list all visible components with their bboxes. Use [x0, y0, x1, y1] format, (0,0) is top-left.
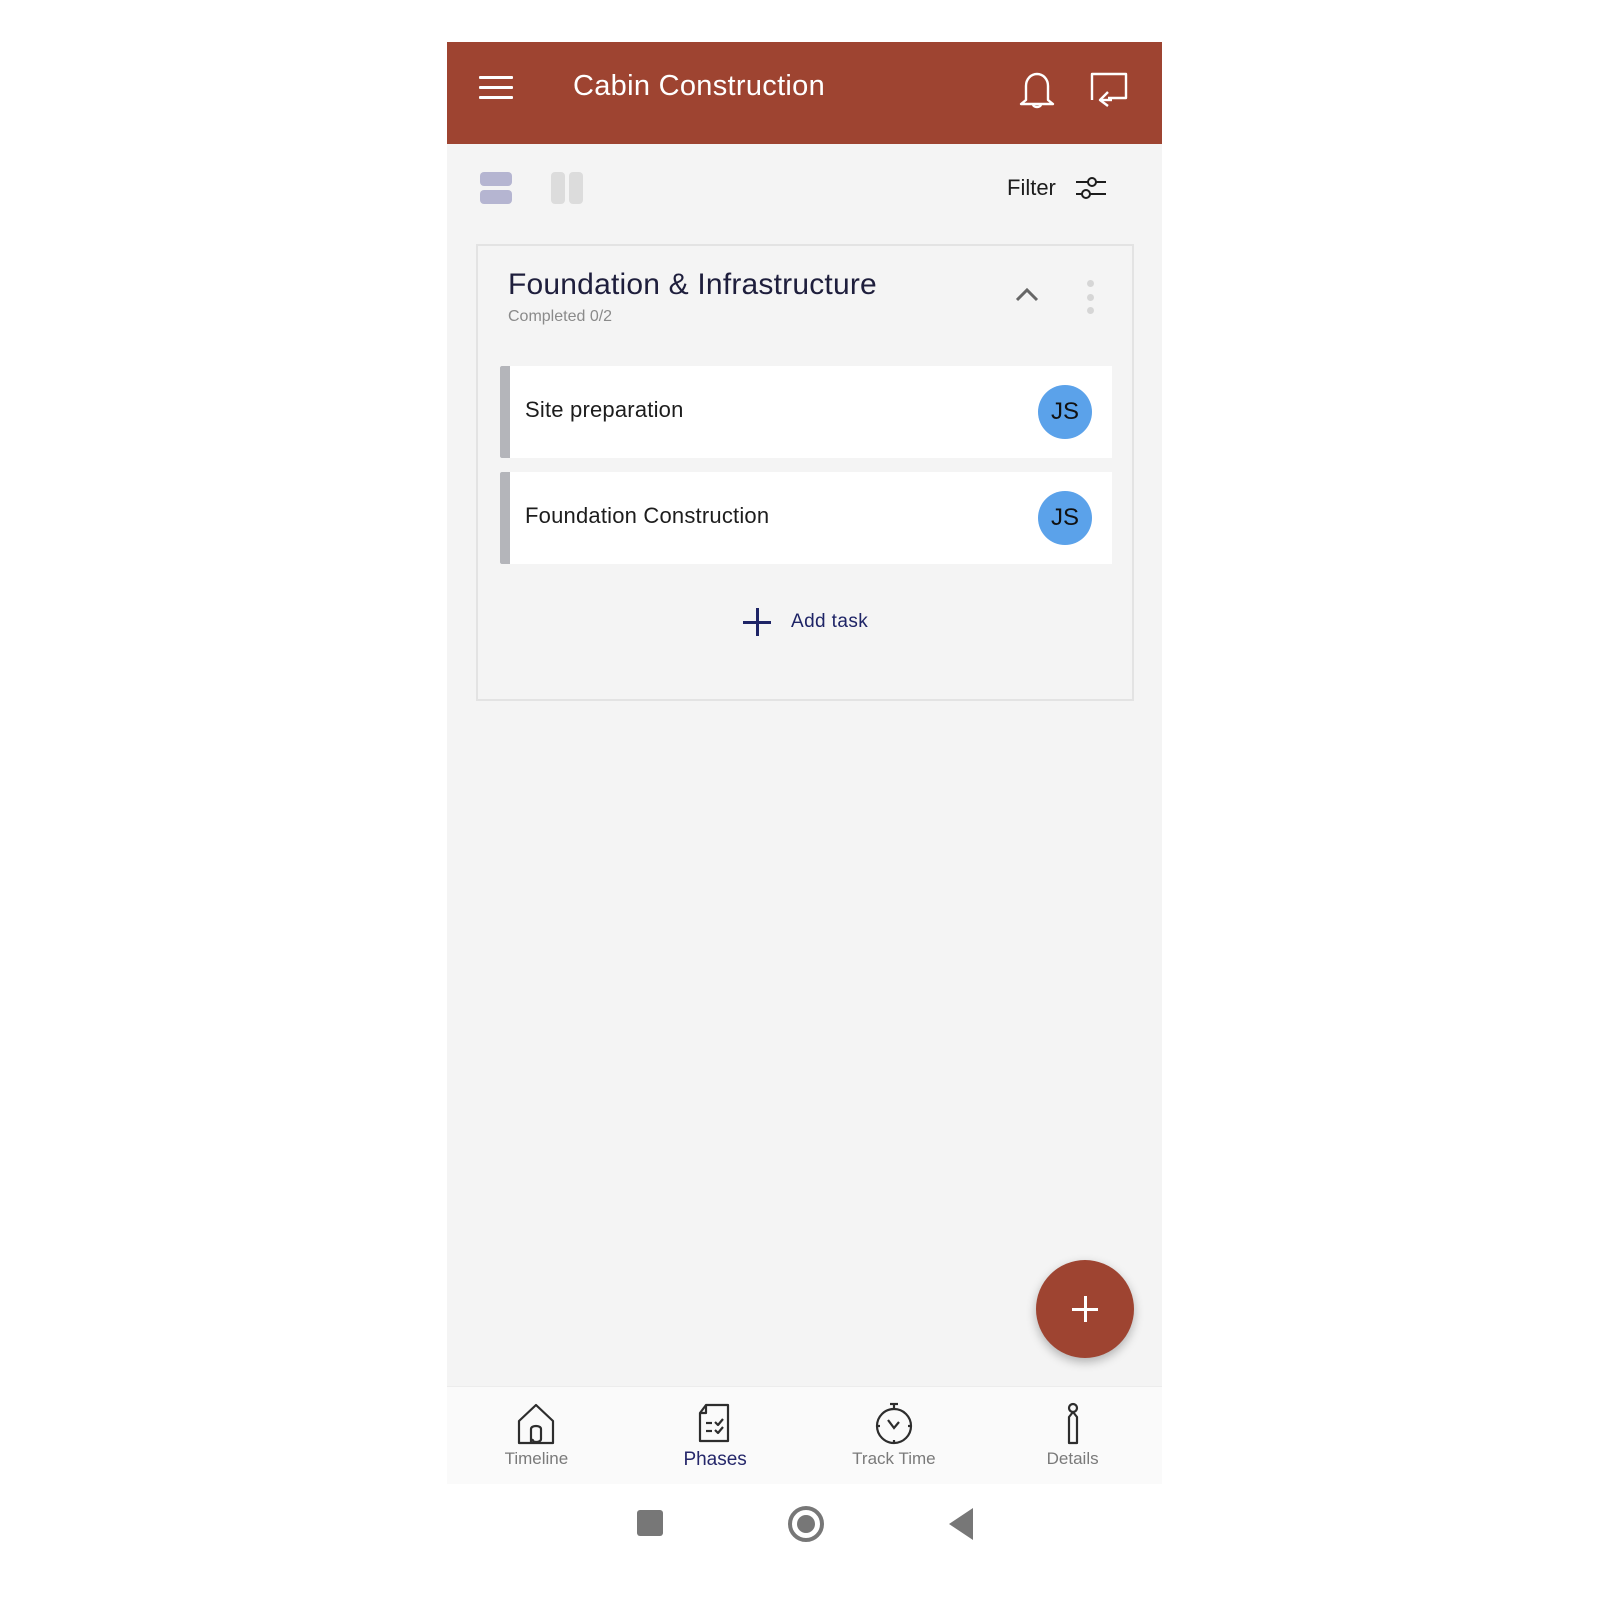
phase-card: Foundation & Infrastructure Completed 0/…: [476, 244, 1134, 701]
plus-icon: [743, 608, 771, 636]
page-title: Cabin Construction: [573, 70, 826, 102]
board-view-toggle[interactable]: [551, 172, 583, 204]
system-navigation: [447, 1484, 1162, 1574]
task-status-bar: [500, 366, 510, 458]
home-dot-icon: [797, 1515, 815, 1533]
more-options-icon[interactable]: [1083, 280, 1097, 314]
cast-icon[interactable]: [1088, 70, 1130, 110]
nav-label: Track Time: [852, 1449, 936, 1468]
app-screen: Cabin Construction Filter Foundation & I…: [447, 42, 1162, 1484]
phase-title: Foundation & Infrastructure: [508, 268, 877, 301]
filter-label: Filter: [1007, 175, 1056, 200]
nav-item-phases[interactable]: Phases: [626, 1387, 805, 1484]
task-status-bar: [500, 472, 510, 564]
add-task-button[interactable]: Add task: [743, 608, 868, 636]
assignee-avatar[interactable]: JS: [1038, 491, 1092, 545]
recents-button[interactable]: [637, 1510, 663, 1536]
nav-label: Phases: [683, 1449, 747, 1470]
nav-item-details[interactable]: Details: [983, 1387, 1162, 1484]
app-bar: Cabin Construction: [447, 42, 1162, 144]
nav-label: Details: [1046, 1449, 1099, 1468]
bottom-nav: Timeline Phases Track Time Details: [447, 1386, 1162, 1484]
task-item[interactable]: Foundation Construction JS: [500, 472, 1112, 564]
list-view-toggle[interactable]: [480, 172, 512, 204]
nav-item-timeline[interactable]: Timeline: [447, 1387, 626, 1484]
chevron-up-icon[interactable]: [1013, 284, 1041, 304]
checklist-document-icon: [699, 1403, 730, 1443]
stopwatch-icon: [875, 1402, 912, 1445]
home-button[interactable]: [788, 1506, 824, 1542]
house-icon: [518, 1403, 555, 1445]
assignee-avatar[interactable]: JS: [1038, 385, 1092, 439]
task-name: Site preparation: [525, 397, 684, 422]
back-button[interactable]: [949, 1508, 973, 1540]
nav-label: Timeline: [504, 1449, 569, 1468]
phase-progress: Completed 0/2: [508, 308, 613, 325]
info-icon: [1067, 1402, 1078, 1445]
filter-button[interactable]: Filter: [1007, 170, 1108, 206]
task-name: Foundation Construction: [525, 503, 770, 528]
nav-item-track-time[interactable]: Track Time: [805, 1387, 984, 1484]
add-task-label: Add task: [791, 611, 869, 632]
toolbar: Filter: [447, 144, 1162, 234]
bell-icon[interactable]: [1017, 68, 1057, 112]
task-item[interactable]: Site preparation JS: [500, 366, 1112, 458]
menu-icon[interactable]: [479, 76, 513, 104]
sliders-icon: [1075, 177, 1106, 199]
add-fab-button[interactable]: [1036, 1260, 1134, 1358]
